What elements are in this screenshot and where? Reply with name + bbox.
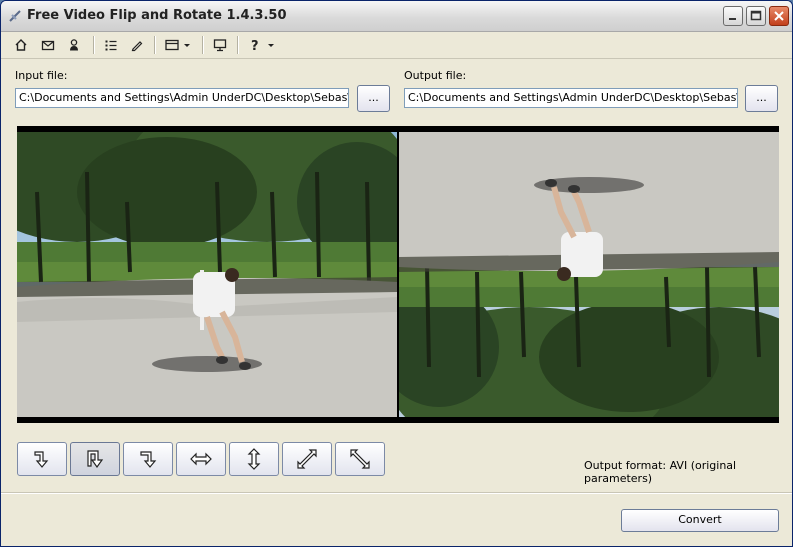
flip-vertical-icon bbox=[247, 448, 261, 470]
close-icon bbox=[774, 11, 784, 21]
maximize-icon bbox=[750, 10, 762, 21]
output-browse-button[interactable]: ... bbox=[745, 85, 778, 112]
video-preview bbox=[17, 126, 779, 423]
monitor-icon bbox=[213, 39, 227, 52]
app-icon bbox=[9, 10, 21, 22]
rotate-180-button[interactable] bbox=[70, 442, 120, 476]
home-button[interactable] bbox=[12, 35, 30, 55]
toolbar-separator bbox=[93, 36, 95, 54]
output-file-field[interactable]: C:\Documents and Settings\Admin UnderDC\… bbox=[404, 88, 738, 108]
minimize-button[interactable] bbox=[723, 6, 743, 26]
toolbar-separator bbox=[154, 36, 156, 54]
rotated-frame-image bbox=[399, 132, 779, 417]
mail-icon bbox=[41, 40, 55, 51]
app-window: Free Video Flip and Rotate 1.4.3.50 ? In… bbox=[0, 0, 793, 547]
flip-horizontal-icon bbox=[190, 452, 212, 466]
output-format-label: Output format: AVI (original parameters) bbox=[584, 459, 737, 485]
rotate-right-button[interactable] bbox=[123, 442, 173, 476]
transverse-icon bbox=[350, 449, 370, 469]
window-title: Free Video Flip and Rotate 1.4.3.50 bbox=[27, 8, 287, 23]
menu-dropdown-button[interactable] bbox=[163, 35, 195, 55]
minimize-icon bbox=[729, 18, 736, 20]
transpose-button[interactable] bbox=[282, 442, 332, 476]
monitor-button[interactable] bbox=[211, 35, 229, 55]
help-icon: ? bbox=[251, 39, 274, 52]
input-browse-button[interactable]: ... bbox=[357, 85, 390, 112]
footer-separator bbox=[1, 492, 792, 494]
transpose-icon bbox=[297, 449, 317, 469]
edit-button[interactable] bbox=[128, 35, 146, 55]
rotate-right-icon bbox=[140, 451, 157, 468]
toolbar: ? bbox=[1, 32, 792, 59]
toolbar-separator bbox=[202, 36, 204, 54]
mail-button[interactable] bbox=[39, 35, 57, 55]
transverse-button[interactable] bbox=[335, 442, 385, 476]
user-icon bbox=[70, 39, 78, 51]
menu-icon bbox=[165, 39, 190, 51]
original-frame-image bbox=[17, 132, 397, 417]
input-file-label: Input file: bbox=[15, 69, 68, 82]
flip-vertical-button[interactable] bbox=[229, 442, 279, 476]
close-button[interactable] bbox=[769, 6, 789, 26]
rotate-left-icon bbox=[34, 451, 49, 468]
title-bar[interactable]: Free Video Flip and Rotate 1.4.3.50 bbox=[1, 1, 792, 32]
flip-horizontal-button[interactable] bbox=[176, 442, 226, 476]
svg-text:?: ? bbox=[251, 39, 259, 52]
input-file-field[interactable]: C:\Documents and Settings\Admin UnderDC\… bbox=[15, 88, 349, 108]
output-file-label: Output file: bbox=[404, 69, 467, 82]
list-icon bbox=[105, 40, 117, 51]
toolbar-separator bbox=[237, 36, 239, 54]
help-dropdown-button[interactable]: ? bbox=[247, 35, 279, 55]
home-icon bbox=[15, 39, 27, 51]
convert-button[interactable]: Convert bbox=[621, 509, 779, 532]
input-video-frame bbox=[17, 132, 397, 417]
maximize-button[interactable] bbox=[746, 6, 766, 26]
user-button[interactable] bbox=[65, 35, 83, 55]
rotate-left-button[interactable] bbox=[17, 442, 67, 476]
rotate-180-icon bbox=[87, 450, 104, 469]
pencil-icon bbox=[131, 41, 143, 52]
list-button[interactable] bbox=[102, 35, 120, 55]
output-video-frame bbox=[399, 132, 779, 417]
